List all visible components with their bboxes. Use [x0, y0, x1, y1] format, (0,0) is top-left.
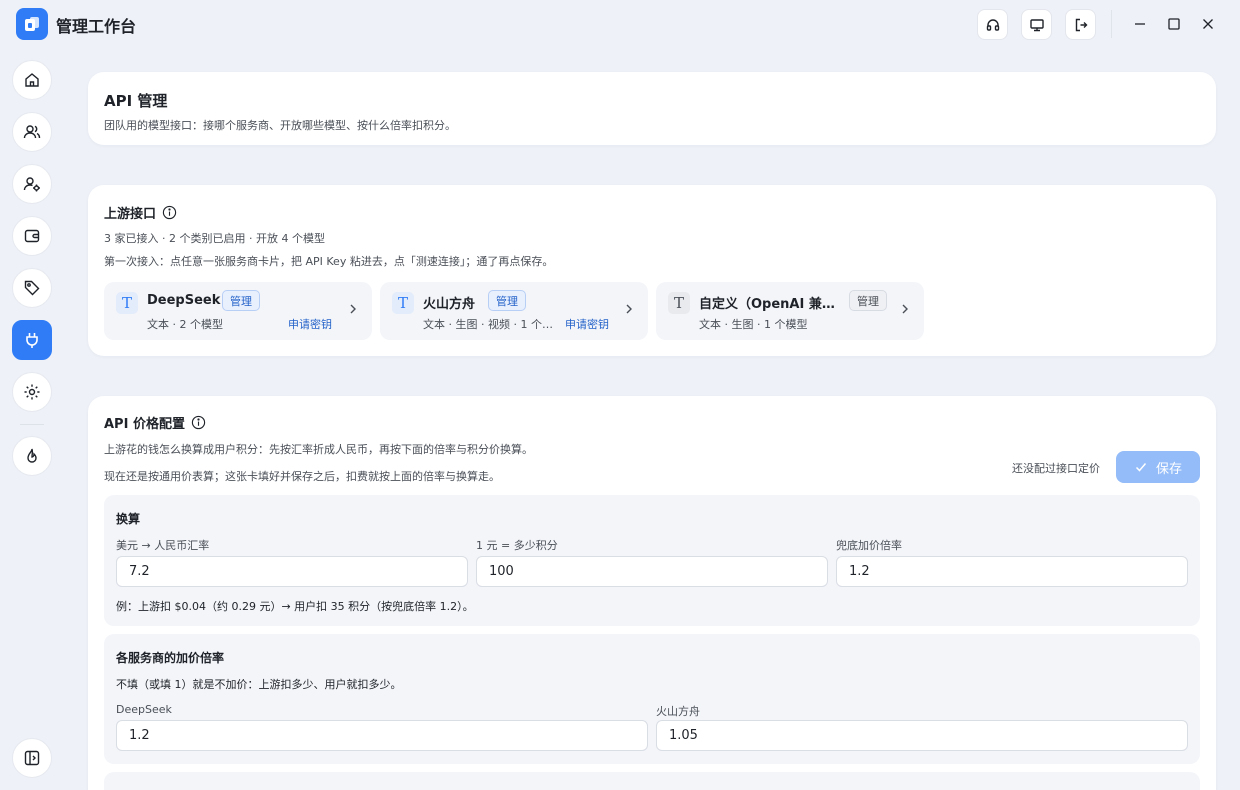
provider-meta: 文本 · 生图 · 视频 · 1 个… — [423, 318, 553, 331]
flame-icon — [27, 448, 37, 463]
apply-key-link[interactable]: 申请密钥 — [565, 316, 609, 332]
credits-per-yuan-input[interactable]: 100 — [476, 556, 828, 587]
provider-card-volcengine[interactable]: T 火山方舟 管理 文本 · 生图 · 视频 · 1 个… 申请密钥 — [380, 282, 648, 340]
close-button[interactable] — [1196, 12, 1220, 36]
apply-key-link[interactable]: 申请密钥 — [288, 316, 332, 332]
pricing-desc-1: 上游花的钱怎么换算成用户积分：先按汇率折成人民币，再按下面的倍率与积分价换算。 — [104, 443, 533, 456]
plug-icon — [26, 333, 38, 348]
text-type-icon: T — [668, 292, 690, 314]
sidebar — [0, 56, 64, 790]
provider-meta: 文本 · 2 个模型 — [147, 318, 223, 331]
page-header-card: API 管理 团队用的模型接口：接哪个服务商、开放哪些模型、按什么倍率扣积分。 — [88, 72, 1216, 145]
provider-card-deepseek[interactable]: T DeepSeek 管理 文本 · 2 个模型 申请密钥 — [104, 282, 372, 340]
page-subtitle: 团队用的模型接口：接哪个服务商、开放哪些模型、按什么倍率扣积分。 — [104, 119, 456, 132]
sidebar-item-hot[interactable] — [12, 436, 52, 476]
users-icon — [23, 125, 41, 139]
volcengine-markup-input[interactable]: 1.05 — [656, 720, 1188, 751]
info-icon[interactable] — [191, 415, 206, 430]
gear-icon — [24, 384, 40, 400]
conversion-section: 换算 美元 → 人民币汇率 7.2 1 元 = 多少积分 100 兜底加价倍率 … — [104, 495, 1200, 626]
deepseek-markup-label: DeepSeek — [116, 703, 172, 716]
upstream-hint: 第一次接入：点任意一张服务商卡片，把 API Key 粘进去，点「测速连接」；通… — [104, 255, 554, 268]
exchange-rate-label: 美元 → 人民币汇率 — [116, 539, 210, 552]
sidebar-item-settings[interactable] — [12, 372, 52, 412]
exchange-rate-input[interactable]: 7.2 — [116, 556, 468, 587]
screen-button[interactable] — [1021, 9, 1052, 40]
sidebar-collapse-icon — [24, 750, 40, 766]
sidebar-item-tags[interactable] — [12, 268, 52, 308]
sidebar-item-wallet[interactable] — [12, 216, 52, 256]
save-button[interactable]: 保存 — [1116, 451, 1200, 483]
minimize-icon — [1135, 23, 1145, 25]
tag-icon — [24, 280, 40, 296]
manage-badge[interactable]: 管理 — [849, 290, 887, 311]
titlebar-divider — [1111, 10, 1112, 38]
upstream-summary: 3 家已接入 · 2 个类别已启用 · 开放 4 个模型 — [104, 232, 325, 245]
page-title: API 管理 — [104, 92, 168, 110]
provider-name: 自定义（OpenAI 兼… — [699, 297, 835, 312]
credits-per-yuan-label: 1 元 = 多少积分 — [476, 539, 558, 552]
app-logo-icon — [25, 17, 39, 31]
deepseek-markup-input[interactable]: 1.2 — [116, 720, 648, 751]
sidebar-item-api[interactable] — [12, 320, 52, 360]
volcengine-markup-label: 火山方舟 — [656, 705, 700, 718]
wallet-icon — [24, 229, 40, 243]
markup-desc: 不填（或填 1）就是不加价：上游扣多少、用户就扣多少。 — [116, 678, 402, 691]
save-label: 保存 — [1155, 461, 1182, 477]
manage-badge[interactable]: 管理 — [222, 290, 260, 311]
provider-name: 火山方舟 — [423, 297, 476, 312]
check-icon — [1135, 463, 1147, 472]
upstream-heading: 上游接口 — [104, 203, 177, 222]
upstream-title: 上游接口 — [104, 207, 157, 222]
fallback-markup-input[interactable]: 1.2 — [836, 556, 1188, 587]
app-logo — [16, 8, 48, 40]
text-type-icon: T — [392, 292, 414, 314]
chevron-right-icon — [902, 304, 908, 314]
monitor-icon — [1029, 18, 1044, 31]
pricing-title: API 价格配置 — [104, 417, 185, 432]
conversion-example: 例：上游扣 $0.04（约 0.29 元）→ 用户扣 35 积分（按兜底倍率 1… — [116, 600, 474, 613]
close-icon — [1203, 19, 1213, 29]
sidebar-collapse-button[interactable] — [12, 738, 52, 778]
chevron-right-icon — [626, 304, 632, 314]
fallback-markup-label: 兜底加价倍率 — [836, 539, 902, 552]
info-icon[interactable] — [162, 205, 177, 220]
pricing-status: 还没配过接口定价 — [1012, 462, 1100, 475]
maximize-icon — [1168, 18, 1180, 30]
sidebar-item-users[interactable] — [12, 112, 52, 152]
logout-button[interactable] — [1065, 9, 1096, 40]
sidebar-divider — [20, 424, 44, 425]
provider-meta: 文本 · 生图 · 1 个模型 — [699, 318, 808, 331]
pricing-desc-2: 现在还是按通用价表算；这张卡填好并保存之后，扣费就按上面的倍率与换算走。 — [104, 470, 500, 483]
upstream-card: 上游接口 3 家已接入 · 2 个类别已启用 · 开放 4 个模型 第一次接入：… — [88, 185, 1216, 356]
conversion-title: 换算 — [116, 512, 141, 526]
text-type-icon: T — [116, 292, 138, 314]
support-button[interactable] — [977, 9, 1008, 40]
provider-name: DeepSeek — [147, 293, 221, 308]
headset-icon — [986, 18, 999, 31]
maximize-button[interactable] — [1162, 12, 1186, 36]
chevron-right-icon — [350, 304, 356, 314]
sidebar-item-user-settings[interactable] — [12, 164, 52, 204]
logout-icon — [1075, 18, 1087, 31]
home-icon — [25, 73, 39, 87]
app-title: 管理工作台 — [56, 17, 137, 36]
user-settings-icon — [23, 177, 40, 192]
next-section — [104, 772, 1200, 790]
provider-card-custom[interactable]: T 自定义（OpenAI 兼… 管理 文本 · 生图 · 1 个模型 — [656, 282, 924, 340]
pricing-heading: API 价格配置 — [104, 413, 206, 432]
markup-title: 各服务商的加价倍率 — [116, 651, 225, 665]
manage-badge[interactable]: 管理 — [488, 290, 526, 311]
minimize-button[interactable] — [1128, 12, 1152, 36]
sidebar-item-home[interactable] — [12, 60, 52, 100]
title-bar: 管理工作台 — [0, 0, 1240, 48]
markup-section: 各服务商的加价倍率 不填（或填 1）就是不加价：上游扣多少、用户就扣多少。 De… — [104, 634, 1200, 764]
